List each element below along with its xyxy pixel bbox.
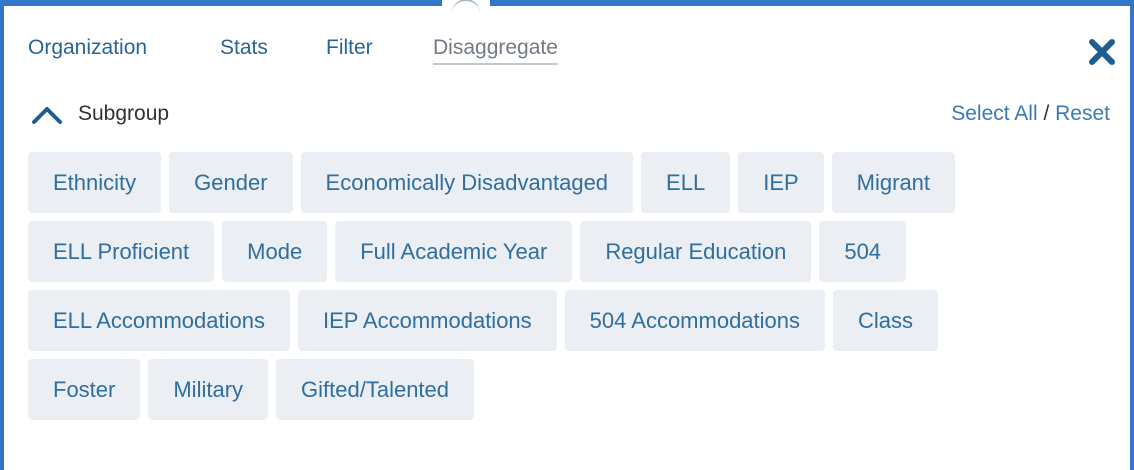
chip-full-academic-year[interactable]: Full Academic Year <box>335 221 573 282</box>
chip-gifted-talented[interactable]: Gifted/Talented <box>276 359 475 420</box>
chip-ell[interactable]: ELL <box>641 152 731 213</box>
subgroup-header: Subgroup Select All / Reset <box>30 98 1114 132</box>
chip-row: ELL Proficient Mode Full Academic Year R… <box>28 221 1118 282</box>
chip-mode[interactable]: Mode <box>222 221 328 282</box>
tab-filter[interactable]: Filter <box>326 36 373 60</box>
select-all-link[interactable]: Select All <box>951 102 1037 125</box>
chip-class[interactable]: Class <box>833 290 939 351</box>
actions-separator: / <box>1037 102 1056 125</box>
subgroup-title: Subgroup <box>78 102 170 125</box>
chip-migrant[interactable]: Migrant <box>831 152 956 213</box>
disaggregate-panel: Organization Stats Filter Disaggregate S… <box>0 0 1134 470</box>
chip-ell-proficient[interactable]: ELL Proficient <box>28 221 215 282</box>
chip-504[interactable]: 504 <box>819 221 907 282</box>
chip-iep[interactable]: IEP <box>738 152 824 213</box>
chip-gender[interactable]: Gender <box>169 152 293 213</box>
chip-iep-accommodations[interactable]: IEP Accommodations <box>297 290 557 351</box>
close-icon[interactable] <box>1086 36 1118 68</box>
chip-row: Foster Military Gifted/Talented <box>28 359 1118 420</box>
chip-military[interactable]: Military <box>148 359 269 420</box>
chip-row: Ethnicity Gender Economically Disadvanta… <box>28 152 1118 213</box>
tab-organization[interactable]: Organization <box>28 36 147 60</box>
chip-foster[interactable]: Foster <box>28 359 141 420</box>
reset-link[interactable]: Reset <box>1055 102 1110 125</box>
popover-caret <box>442 0 490 12</box>
chip-regular-education[interactable]: Regular Education <box>580 221 812 282</box>
chip-ell-accommodations[interactable]: ELL Accommodations <box>28 290 290 351</box>
subgroup-actions: Select All / Reset <box>951 102 1110 126</box>
tab-disaggregate[interactable]: Disaggregate <box>433 36 558 65</box>
tab-stats[interactable]: Stats <box>220 36 268 60</box>
chip-ethnicity[interactable]: Ethnicity <box>28 152 162 213</box>
subgroup-chips: Ethnicity Gender Economically Disadvanta… <box>28 152 1118 428</box>
chevron-up-icon[interactable] <box>30 100 64 130</box>
chip-504-accommodations[interactable]: 504 Accommodations <box>564 290 826 351</box>
chip-row: ELL Accommodations IEP Accommodations 50… <box>28 290 1118 351</box>
chip-economically-disadvantaged[interactable]: Economically Disadvantaged <box>300 152 634 213</box>
